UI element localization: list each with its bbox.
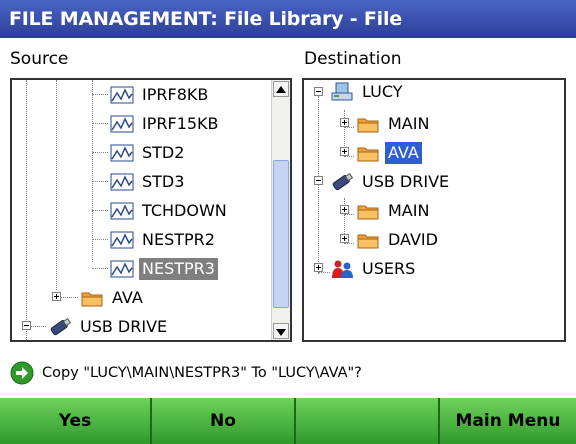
scroll-thumb[interactable] (273, 160, 289, 308)
folder-icon (356, 229, 380, 251)
destination-label: Destination (304, 49, 402, 69)
scroll-down-button[interactable] (273, 323, 289, 339)
tree-node-ava-selected[interactable]: AVA (356, 138, 422, 167)
window-title: FILE MANAGEMENT: File Library - File (0, 0, 576, 38)
list-item-selected[interactable]: NESTPR3 (110, 254, 218, 283)
waveform-file-icon (110, 229, 134, 251)
confirmation-prompt: Copy "LUCY\MAIN\NESTPR3" To "LUCY\AVA"? (0, 358, 576, 388)
waveform-file-icon (110, 84, 134, 106)
collapse-toggle[interactable] (22, 321, 31, 330)
tree-node-ava[interactable]: AVA (80, 283, 146, 312)
tree-node-main[interactable]: MAIN (356, 109, 432, 138)
expand-toggle[interactable] (340, 118, 349, 127)
file-label: IPRF8KB (142, 84, 209, 104)
list-item[interactable]: STD3 (110, 167, 187, 196)
collapse-toggle[interactable] (314, 176, 323, 185)
folder-icon (80, 287, 104, 309)
source-scrollbar[interactable] (271, 80, 290, 340)
list-item[interactable]: IPRF8KB (110, 80, 211, 109)
main-menu-button[interactable]: Main Menu (440, 398, 576, 444)
drive-label: USB DRIVE (80, 316, 168, 336)
file-label: STD3 (142, 171, 185, 191)
list-item[interactable]: NESTPR2 (110, 225, 218, 254)
expand-toggle[interactable] (340, 147, 349, 156)
network-computer-icon (330, 81, 354, 103)
waveform-file-icon (110, 142, 134, 164)
tree-node-users[interactable]: USERS (330, 254, 418, 283)
expand-toggle[interactable] (340, 205, 349, 214)
folder-label: AVA (385, 141, 422, 164)
file-label: NESTPR2 (142, 229, 215, 249)
triangle-down-icon (276, 329, 286, 336)
prompt-text: Copy "LUCY\MAIN\NESTPR3" To "LUCY\AVA"? (42, 365, 362, 381)
expand-toggle[interactable] (340, 234, 349, 243)
folder-label: MAIN (388, 113, 430, 133)
usb-drive-icon (48, 316, 72, 338)
softkey-bar: Yes No Main Menu (0, 398, 576, 444)
collapse-toggle[interactable] (314, 87, 323, 96)
waveform-file-icon (110, 258, 134, 280)
file-label: TCHDOWN (142, 200, 227, 220)
file-label: IPRF15KB (142, 113, 219, 133)
computer-label: LUCY (362, 81, 403, 101)
tree-node-lucy[interactable]: LUCY (330, 80, 406, 106)
scroll-up-button[interactable] (273, 81, 289, 97)
list-item[interactable]: STD2 (110, 138, 187, 167)
source-label: Source (10, 49, 69, 69)
folder-icon (356, 113, 380, 135)
waveform-file-icon (110, 113, 134, 135)
expand-toggle[interactable] (314, 263, 323, 272)
arrow-right-circle-icon (10, 361, 34, 385)
folder-label: DAVID (388, 229, 438, 249)
folder-icon (356, 142, 380, 164)
drive-label: USB DRIVE (362, 171, 450, 191)
list-item[interactable]: TCHDOWN (110, 196, 230, 225)
folder-label: AVA (112, 287, 143, 307)
expand-toggle[interactable] (52, 292, 61, 301)
folder-icon (356, 200, 380, 222)
folder-label: MAIN (388, 200, 430, 220)
list-item[interactable]: IPRF15KB (110, 109, 222, 138)
no-button[interactable]: No (152, 398, 296, 444)
tree-node-usb-drive[interactable]: USB DRIVE (48, 312, 170, 340)
empty-softkey[interactable] (296, 398, 440, 444)
file-label: NESTPR3 (139, 257, 218, 280)
triangle-up-icon (276, 86, 286, 93)
waveform-file-icon (110, 171, 134, 193)
source-tree[interactable]: IPRF8KB IPRF15KB STD2 STD3 TCHDOWN NESTP… (10, 78, 292, 342)
users-icon (330, 258, 354, 280)
tree-node-david[interactable]: DAVID (356, 225, 441, 254)
usb-drive-icon (330, 171, 354, 193)
file-label: STD2 (142, 142, 185, 162)
tree-node-main[interactable]: MAIN (356, 196, 432, 225)
waveform-file-icon (110, 200, 134, 222)
yes-button[interactable]: Yes (0, 398, 152, 444)
tree-node-usb-drive[interactable]: USB DRIVE (330, 167, 452, 196)
destination-tree[interactable]: LUCY MAIN AVA USB DRIVE MAIN DAVID USERS (302, 78, 566, 342)
users-label: USERS (362, 258, 416, 278)
